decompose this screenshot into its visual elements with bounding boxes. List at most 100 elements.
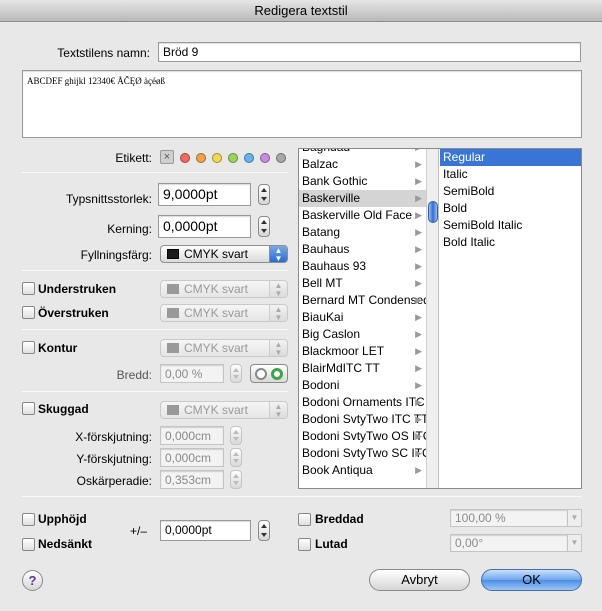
outline-width-input[interactable]: 0,00 % (160, 364, 224, 383)
no-label-x-icon[interactable]: × (160, 150, 174, 164)
wide-input[interactable]: 100,00 % (450, 509, 568, 527)
italic-input[interactable]: 0,00° (450, 534, 568, 552)
blur-radius-label: Oskärperadie: (76, 474, 152, 488)
label-color-dot[interactable] (228, 153, 238, 163)
kerning-stepper[interactable] (258, 216, 270, 237)
font-family-name: Bauhaus (302, 242, 350, 256)
blur-radius-stepper[interactable] (230, 470, 242, 489)
label-color-dot[interactable] (244, 153, 254, 163)
disclosure-arrow-icon: ▶ (415, 431, 422, 441)
font-style-list[interactable]: Regular Italic SemiBold Bold SemiBold Italic… (440, 149, 581, 488)
font-family-list[interactable]: Baghdad▶Balzac▶Bank Gothic▶Baskerville▶B… (299, 149, 426, 488)
font-family-name: Bodoni SvtyTwo SC ITC (302, 446, 426, 460)
underline-label: Understruken (38, 282, 117, 296)
font-family-name: Blackmoor LET (302, 344, 385, 358)
kerning-label: Kerning: (107, 222, 152, 236)
disclosure-arrow-icon: ▶ (415, 278, 422, 288)
shadow-checkbox[interactable] (22, 402, 35, 415)
font-family-name: Bodoni Ornaments ITC (302, 395, 425, 409)
font-family-item[interactable]: Bodoni SvtyTwo ITC TT ▶ (299, 411, 426, 428)
shadow-color-popup[interactable]: CMYK svart ▲ ▼ (160, 401, 288, 419)
font-family-item[interactable]: Bernard MT Condensed ▶ (299, 292, 426, 309)
font-family-item[interactable]: Blackmoor LET ▶ (299, 343, 426, 360)
font-size-input[interactable]: 9,0000pt (158, 183, 251, 206)
label-color-dot[interactable] (276, 153, 286, 163)
separator (22, 496, 582, 497)
blur-radius-input[interactable]: 0,353cm (160, 470, 224, 489)
font-family-item[interactable]: Balzac ▶ (299, 156, 426, 173)
font-family-item[interactable]: Book Antiqua ▶ (299, 462, 426, 479)
shadow-color-value: CMYK svart (184, 403, 249, 417)
color-swatch (167, 308, 179, 318)
strikethrough-checkbox[interactable] (22, 306, 35, 319)
outline-width-stepper[interactable] (230, 364, 242, 383)
offset-input[interactable]: 0,0000pt (160, 520, 251, 541)
x-offset-input[interactable]: 0,000cm (160, 426, 224, 445)
italic-dropdown-icon[interactable]: ▼ (567, 534, 582, 552)
font-style-item[interactable]: Bold (440, 200, 581, 217)
font-size-stepper[interactable] (258, 184, 270, 205)
label-color-dot[interactable] (212, 153, 222, 163)
font-style-item[interactable]: SemiBold Italic (440, 217, 581, 234)
font-family-item[interactable]: BiauKai ▶ (299, 309, 426, 326)
strikethrough-color-popup[interactable]: CMYK svart ▲ ▼ (160, 304, 288, 322)
x-offset-stepper[interactable] (230, 426, 242, 445)
subscript-checkbox[interactable] (22, 538, 35, 551)
fill-color-popup[interactable]: CMYK svart ▲ ▼ (160, 245, 288, 263)
outline-checkbox[interactable] (22, 341, 35, 354)
color-swatch (167, 343, 179, 353)
ok-button[interactable]: OK (481, 569, 582, 591)
font-family-item[interactable]: Bodoni SvtyTwo OS ITC ▶ (299, 428, 426, 445)
y-offset-input[interactable]: 0,000cm (160, 448, 224, 467)
font-style-item[interactable]: Bold Italic (440, 234, 581, 251)
wide-dropdown-icon[interactable]: ▼ (567, 509, 582, 527)
font-family-item[interactable]: Bauhaus ▶ (299, 241, 426, 258)
disclosure-arrow-icon: ▶ (415, 346, 422, 356)
superscript-checkbox[interactable] (22, 513, 35, 526)
cancel-button[interactable]: Avbryt (369, 569, 470, 591)
outline-style-button[interactable] (250, 364, 288, 383)
disclosure-arrow-icon: ▶ (415, 448, 422, 458)
label-color-dot[interactable] (180, 153, 190, 163)
font-family-item[interactable]: Bodoni Ornaments ITC ▶ (299, 394, 426, 411)
scrollbar-thumb[interactable] (428, 201, 438, 223)
font-family-item[interactable]: Bauhaus 93 ▶ (299, 258, 426, 275)
font-style-item[interactable]: SemiBold (440, 183, 581, 200)
disclosure-arrow-icon: ▶ (415, 261, 422, 271)
font-style-item[interactable]: Italic (440, 166, 581, 183)
help-button[interactable]: ? (22, 570, 43, 591)
color-swatch (167, 249, 179, 259)
font-family-name: Big Caslon (302, 327, 361, 341)
font-size-label: Typsnittsstorlek: (65, 192, 152, 206)
underline-color-popup[interactable]: CMYK svart ▲ ▼ (160, 280, 288, 298)
font-style-item[interactable]: Regular (440, 149, 581, 166)
window-title: Redigera textstil (0, 0, 602, 22)
label-color-dot[interactable] (196, 153, 206, 163)
font-family-item[interactable]: Bodoni ▶ (299, 377, 426, 394)
font-family-item[interactable]: BlairMdITC TT ▶ (299, 360, 426, 377)
font-family-item[interactable]: Bank Gothic ▶ (299, 173, 426, 190)
font-family-name: Bodoni SvtyTwo ITC TT (302, 412, 426, 426)
font-list-scrollbar[interactable] (426, 149, 439, 488)
underline-color-value: CMYK svart (184, 282, 249, 296)
label-color-dot[interactable] (260, 153, 270, 163)
underline-checkbox[interactable] (22, 282, 35, 295)
shadow-label: Skuggad (38, 402, 89, 416)
wide-checkbox[interactable] (298, 513, 311, 526)
kerning-input[interactable]: 0,0000pt (158, 215, 251, 238)
font-family-name: Balzac (302, 157, 339, 171)
font-family-item[interactable]: Baskerville Old Face ▶ (299, 207, 426, 224)
italic-checkbox[interactable] (298, 538, 311, 551)
font-family-item[interactable]: Big Caslon ▶ (299, 326, 426, 343)
font-family-item[interactable]: Batang ▶ (299, 224, 426, 241)
y-offset-stepper[interactable] (230, 448, 242, 467)
font-family-item[interactable]: Baghdad ▶ (299, 149, 426, 156)
font-family-item[interactable]: Bell MT ▶ (299, 275, 426, 292)
outline-color-value: CMYK svart (184, 341, 249, 355)
style-name-input[interactable]: Bröd 9 (158, 42, 581, 62)
offset-stepper[interactable] (258, 520, 270, 541)
outline-color-popup[interactable]: CMYK svart ▲ ▼ (160, 339, 288, 357)
font-family-item[interactable]: Bodoni SvtyTwo SC ITC ▶ (299, 445, 426, 462)
font-family-item[interactable]: Baskerville ▶ (299, 190, 426, 207)
disclosure-arrow-icon: ▶ (415, 397, 422, 407)
